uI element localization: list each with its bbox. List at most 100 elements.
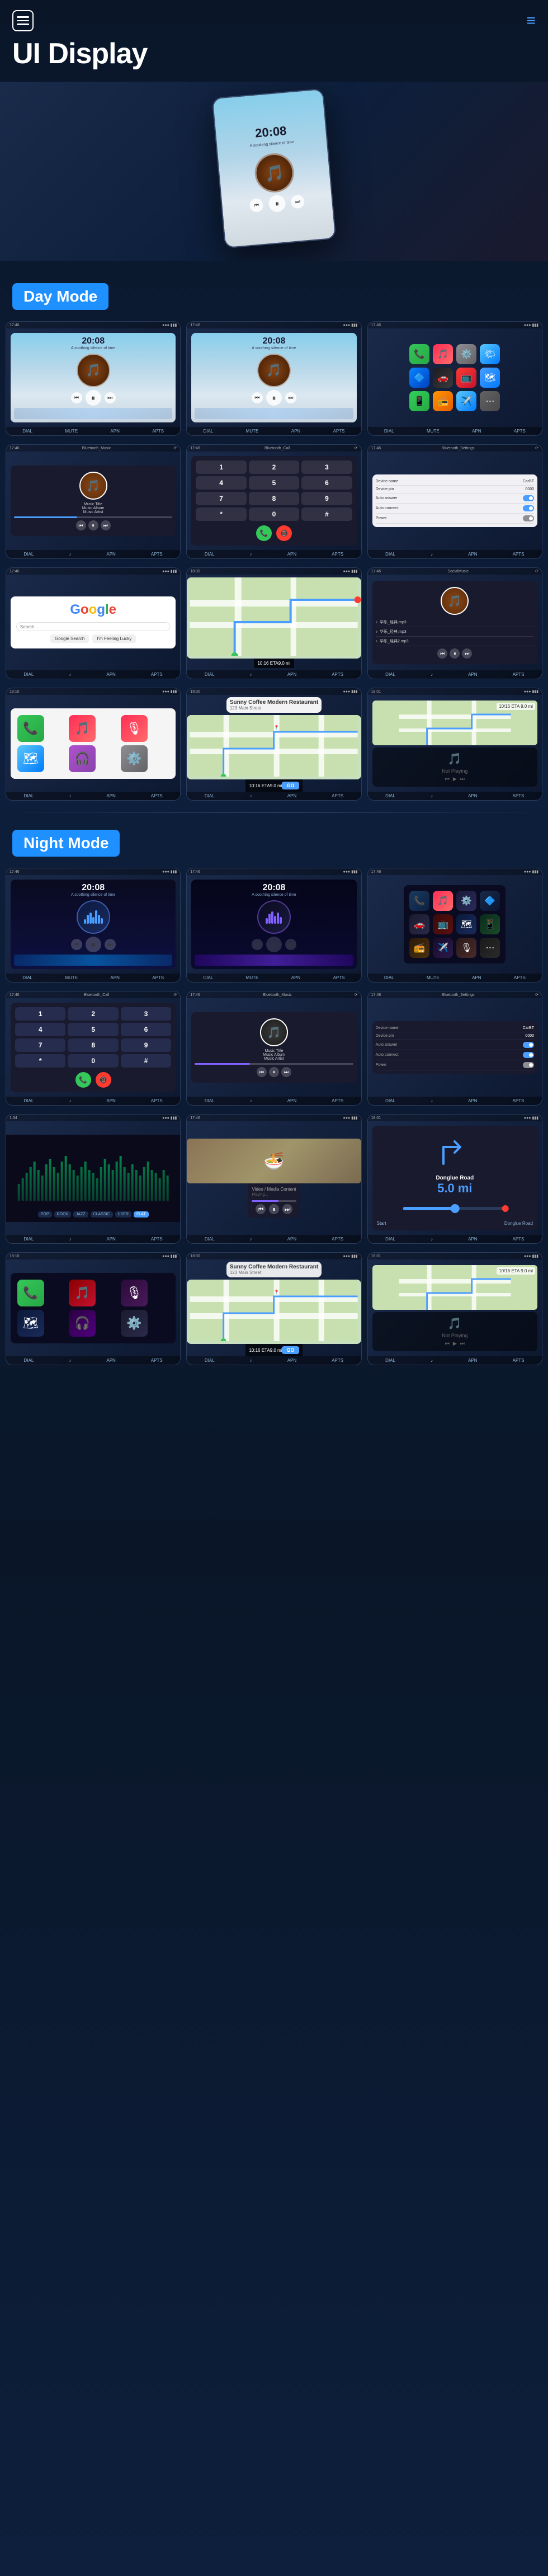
social-play[interactable]: ⏸ [450, 648, 460, 659]
wave-btn-5[interactable]: USER [115, 1211, 131, 1218]
num-2[interactable]: 2 [249, 460, 299, 474]
mute-btn-2[interactable]: MUTE [246, 429, 259, 434]
night-nav-music-mute[interactable]: ♪ [431, 1358, 433, 1363]
night-app-music[interactable]: 🎵 [433, 891, 453, 911]
nav-turn-apn[interactable]: APN [468, 1237, 477, 1242]
app-video[interactable]: 📺 [456, 368, 476, 388]
night-apts-2[interactable]: APTS [333, 975, 345, 980]
night-cp-dial[interactable]: DIAL [24, 1358, 34, 1363]
night-app-phone[interactable]: 📞 [409, 891, 429, 911]
apps-apn-btn[interactable]: APN [472, 429, 481, 434]
night-app-bt[interactable]: 🔷 [480, 891, 500, 911]
num-9[interactable]: 9 [301, 492, 352, 505]
day-play-2[interactable]: ⏸ [266, 390, 282, 406]
night-cp-music[interactable]: 🎵 [69, 1280, 96, 1306]
food-play[interactable]: ⏸ [269, 1204, 279, 1214]
night-music-prev[interactable]: ⏮ [257, 1067, 267, 1077]
night-bt-settings-apts[interactable]: APTS [513, 1098, 525, 1103]
apps-apts-btn[interactable]: APTS [514, 429, 526, 434]
night-bt-call-mute[interactable]: ♪ [69, 1098, 71, 1103]
night-apps-mute[interactable]: MUTE [427, 975, 440, 980]
food-next[interactable]: ⏭ [282, 1204, 292, 1214]
coffee-apts[interactable]: APTS [332, 793, 343, 798]
night-cp-podcast[interactable]: 🎙 [121, 1280, 148, 1306]
night-bt-settings-apn[interactable]: APN [468, 1098, 477, 1103]
night-app-carlink[interactable]: 📱 [480, 914, 500, 934]
night-coffee-nav-apn[interactable]: APN [287, 1358, 296, 1363]
cp-music[interactable]: 🎵 [69, 715, 96, 742]
night-cp-maps[interactable]: 🗺 [17, 1310, 44, 1337]
bt-call-mute[interactable]: ♪ [250, 552, 252, 557]
night-go-button[interactable]: GO [282, 1346, 299, 1354]
night-call-btn[interactable]: 📞 [75, 1072, 91, 1088]
bt-music-mute[interactable]: ♪ [69, 552, 71, 557]
night-cp-podcast2[interactable]: 🎧 [69, 1310, 96, 1337]
google-apts[interactable]: APTS [151, 672, 163, 677]
social-dial[interactable]: DIAL [385, 672, 395, 677]
nav-turn-dial[interactable]: DIAL [385, 1237, 395, 1242]
map-apn[interactable]: APN [287, 672, 296, 677]
night-prev-1[interactable]: ⏮ [71, 939, 82, 950]
night-num-8[interactable]: 8 [68, 1038, 118, 1052]
night-np-next[interactable]: ⏭ [460, 1341, 465, 1347]
map-apts[interactable]: APTS [332, 672, 343, 677]
bt-music-apn[interactable]: APN [106, 552, 115, 557]
num-3[interactable]: 3 [301, 460, 352, 474]
night-cp-apts[interactable]: APTS [151, 1358, 163, 1363]
night-dial-1[interactable]: DIAL [22, 975, 32, 980]
day-prev-2[interactable]: ⏮ [252, 392, 263, 403]
night-music-next[interactable]: ⏭ [281, 1067, 291, 1077]
google-apn[interactable]: APN [106, 672, 115, 677]
wave-btn-1[interactable]: POP [38, 1211, 52, 1218]
next-btn[interactable]: ⏭ [290, 195, 305, 209]
night-num-5[interactable]: 5 [68, 1023, 118, 1036]
night-cp-mute[interactable]: ♪ [69, 1358, 71, 1363]
night-app-podcast[interactable]: 🎙 [456, 938, 476, 958]
night-app-more[interactable]: ⋯ [480, 938, 500, 958]
night-end-btn[interactable]: 📵 [96, 1072, 111, 1088]
apn-btn-1[interactable]: APN [110, 429, 119, 434]
cp-settings[interactable]: ⚙️ [121, 745, 148, 772]
menu-button[interactable] [12, 10, 34, 31]
app-carplay[interactable]: 🚗 [433, 368, 453, 388]
night-next-1[interactable]: ⏭ [105, 939, 116, 950]
carplay-dial[interactable]: DIAL [24, 793, 34, 798]
end-call-btn[interactable]: 📵 [276, 525, 292, 541]
nav-turn-apts[interactable]: APTS [513, 1237, 525, 1242]
day-next-2[interactable]: ⏭ [285, 392, 296, 403]
bt-call-dial[interactable]: DIAL [205, 552, 215, 557]
night-play-1[interactable]: ⏸ [86, 937, 101, 952]
night-apps-apts[interactable]: APTS [514, 975, 526, 980]
night-cp-apn[interactable]: APN [106, 1358, 115, 1363]
night-app-video[interactable]: 📺 [433, 914, 453, 934]
google-lucky-btn[interactable]: I'm Feeling Lucky [92, 634, 136, 643]
night-apn-2[interactable]: APN [291, 975, 300, 980]
nav-music-dial[interactable]: DIAL [385, 793, 395, 798]
bt-music-dial[interactable]: DIAL [24, 552, 34, 557]
night-coffee-nav-dial[interactable]: DIAL [205, 1358, 215, 1363]
night-nav-music-apts[interactable]: APTS [513, 1358, 525, 1363]
day-next-1[interactable]: ⏭ [105, 392, 116, 403]
social-apts[interactable]: APTS [513, 672, 525, 677]
app-bt[interactable]: 🔷 [409, 368, 429, 388]
night-cp-settings[interactable]: ⚙️ [121, 1310, 148, 1337]
google-search-input[interactable] [16, 622, 170, 631]
app-telegram[interactable]: ✈️ [456, 391, 476, 411]
app-more[interactable]: ⋯ [480, 391, 500, 411]
wave-btn-4[interactable]: CLASSIC [91, 1211, 113, 1218]
track-1[interactable]: ♪华乐_经典.mp3 [376, 618, 534, 627]
wave-apts[interactable]: APTS [151, 1237, 163, 1242]
bt-settings-apts[interactable]: APTS [513, 552, 525, 557]
night-bt-settings-mute[interactable]: ♪ [431, 1098, 433, 1103]
night-app-maps[interactable]: 🗺 [456, 914, 476, 934]
music-play[interactable]: ⏸ [88, 520, 98, 530]
night-num-9[interactable]: 9 [121, 1038, 171, 1052]
music-prev[interactable]: ⏮ [76, 520, 86, 530]
nav-music-apn[interactable]: APN [468, 793, 477, 798]
night-auto-connect-toggle[interactable] [523, 1052, 534, 1058]
map-mute[interactable]: ♪ [250, 672, 252, 677]
bt-settings-apn[interactable]: APN [468, 552, 477, 557]
food-apn[interactable]: APN [287, 1237, 296, 1242]
cp-phone[interactable]: 📞 [17, 715, 44, 742]
night-coffee-nav-apts[interactable]: APTS [332, 1358, 343, 1363]
